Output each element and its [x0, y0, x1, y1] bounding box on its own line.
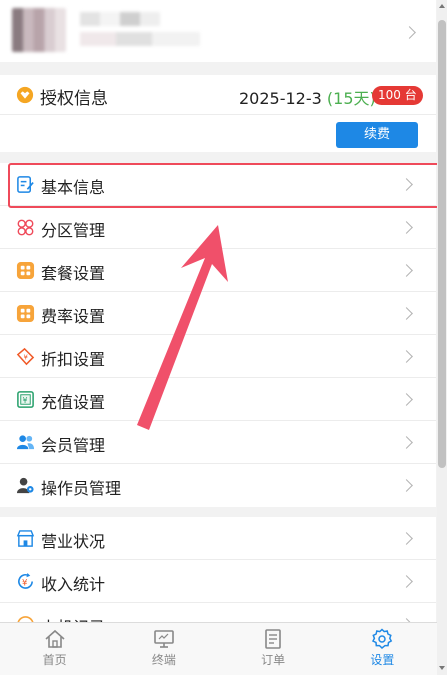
settings-screen: 授权信息 2025-12-3 (15天) 100 台 续费 基本信息 分区管理 … [0, 0, 447, 675]
authorization-expiry: 2025-12-3 (15天) [239, 85, 376, 109]
tab-label: 首页 [42, 653, 67, 667]
menu-item-recharge-settings[interactable]: ¥ 充值设置 [0, 378, 436, 421]
crown-diamond-icon [16, 86, 34, 104]
apps-square-icon [16, 304, 35, 323]
menu-item-label: 套餐设置 [41, 264, 106, 283]
tab-orders[interactable]: 订单 [219, 623, 328, 675]
menu-item-up-machine-records[interactable]: 上机记录 [0, 603, 436, 622]
record-icon [17, 616, 34, 622]
yuan-refresh-icon: ¥ [18, 572, 33, 589]
home-icon [45, 629, 65, 648]
monitor-icon [154, 630, 174, 648]
menu-item-label: 费率设置 [41, 307, 106, 326]
menu-item-label: 收入统计 [41, 575, 106, 594]
menu-item-operator-manage[interactable]: 操作员管理 [0, 464, 436, 507]
avatar [12, 8, 66, 52]
tab-home[interactable]: 首页 [0, 623, 109, 675]
profile-detail-redacted [80, 32, 200, 46]
chevron-right-icon [400, 350, 413, 363]
grid-petal-icon [17, 219, 34, 236]
svg-text:¥: ¥ [23, 396, 28, 405]
authorization-title: 授权信息 [40, 89, 108, 109]
menu-item-income-stats[interactable]: ¥ 收入统计 [0, 560, 436, 603]
menu-item-label: 会员管理 [41, 436, 106, 455]
users-icon [16, 435, 35, 450]
remaining-days: (15天) [326, 89, 376, 108]
profile-name-redacted [80, 12, 160, 26]
menu-item-package-settings[interactable]: 套餐设置 [0, 249, 436, 292]
settings-scroll-area[interactable]: 授权信息 2025-12-3 (15天) 100 台 续费 基本信息 分区管理 … [0, 0, 436, 622]
document-icon [265, 629, 281, 649]
chevron-right-icon [400, 178, 413, 191]
chevron-right-icon [400, 264, 413, 277]
menu-item-label: 分区管理 [41, 221, 106, 240]
store-icon [16, 530, 35, 547]
apps-square-icon [16, 261, 35, 280]
authorization-row: 授权信息 2025-12-3 (15天) 100 台 [0, 75, 436, 115]
svg-text:¥: ¥ [22, 578, 28, 588]
tab-label: 终端 [151, 653, 176, 667]
menu-item-label: 折扣设置 [41, 350, 106, 369]
settings-menu-group2: 营业状况 ¥ 收入统计 上机记录 [0, 517, 436, 622]
chevron-right-icon [400, 436, 413, 449]
menu-item-discount-settings[interactable]: ¥ 折扣设置 [0, 335, 436, 378]
tab-terminal[interactable]: 终端 [109, 623, 218, 675]
scrollbar-thumb[interactable] [438, 20, 446, 468]
coupon-icon: ¥ [16, 347, 35, 366]
tab-settings[interactable]: 设置 [328, 623, 437, 675]
edit-doc-icon [17, 176, 34, 193]
device-count-badge: 100 台 [372, 86, 423, 105]
chevron-right-icon [400, 479, 413, 492]
renew-button[interactable]: 续费 [336, 122, 418, 148]
chevron-right-icon [403, 26, 416, 39]
settings-menu-group1: 基本信息 分区管理 套餐设置 费率设置 ¥ 折扣设置 ¥ 充值设置 会员管理 操… [0, 163, 436, 507]
tab-label: 设置 [370, 653, 395, 667]
profile-header[interactable] [0, 0, 436, 62]
menu-item-basic-info[interactable]: 基本信息 [0, 163, 436, 206]
menu-item-label: 上机记录 [41, 614, 105, 622]
menu-item-label: 营业状况 [41, 532, 106, 551]
expiry-date: 2025-12-3 [239, 89, 322, 108]
menu-item-zone-manage[interactable]: 分区管理 [0, 206, 436, 249]
bottom-tab-bar: 首页 终端 订单 设置 [0, 622, 437, 675]
chevron-right-icon [400, 532, 413, 545]
authorization-card: 授权信息 2025-12-3 (15天) 100 台 续费 [0, 75, 436, 152]
menu-item-rate-settings[interactable]: 费率设置 [0, 292, 436, 335]
yuan-card-icon: ¥ [17, 391, 34, 408]
chevron-right-icon [400, 307, 413, 320]
chevron-right-icon [400, 221, 413, 234]
menu-item-business-status[interactable]: 营业状况 [0, 517, 436, 560]
chevron-right-icon [400, 575, 413, 588]
chevron-right-icon [400, 393, 413, 406]
tab-label: 订单 [261, 653, 286, 667]
scroll-down-arrow-icon[interactable] [439, 666, 445, 670]
user-gear-icon [16, 477, 34, 494]
scroll-up-arrow-icon[interactable] [439, 4, 445, 8]
svg-text:¥: ¥ [24, 353, 28, 361]
gear-icon [372, 628, 393, 649]
menu-item-member-manage[interactable]: 会员管理 [0, 421, 436, 464]
menu-item-label: 操作员管理 [41, 479, 122, 498]
menu-item-label: 基本信息 [41, 178, 106, 197]
menu-item-label: 充值设置 [41, 393, 106, 412]
